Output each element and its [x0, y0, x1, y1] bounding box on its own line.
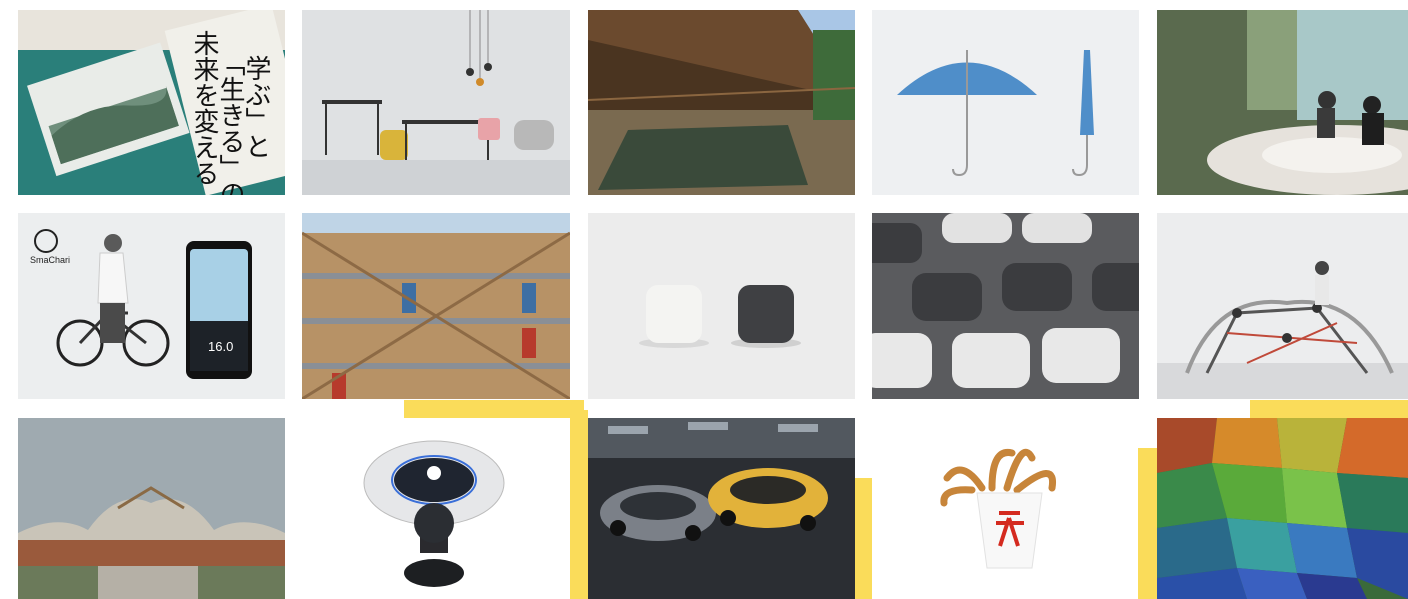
project-tile-mosaic[interactable]: [1157, 418, 1408, 599]
smachari-logo-text: SmaChari: [30, 255, 70, 265]
project-gallery: 学ぶ」と 「生きる」の 未来を変える SmaChari 16.0: [0, 0, 1408, 599]
project-tile-rice-cookers[interactable]: [588, 213, 855, 399]
project-tile-smachari[interactable]: SmaChari 16.0: [18, 213, 285, 399]
keypads-image: [872, 213, 1139, 399]
project-tile-playground[interactable]: [1157, 213, 1408, 399]
accent-shape: [570, 410, 588, 599]
project-tile-wave-roof[interactable]: [18, 418, 285, 599]
mosaic-image: [1157, 418, 1408, 599]
cars-image: [588, 418, 855, 599]
accent-shape: [1250, 400, 1408, 418]
smachari-image: SmaChari 16.0: [18, 213, 285, 399]
project-tile-tempura[interactable]: [872, 418, 1138, 599]
project-tile-textile-art[interactable]: [1157, 10, 1408, 195]
wave-roof-image: [18, 418, 285, 599]
project-tile-cars[interactable]: [588, 418, 855, 599]
pamphlet-text-2: 「生きる」の: [215, 50, 245, 195]
umbrella-image: [872, 10, 1139, 195]
furniture-image: [302, 10, 570, 195]
playground-image: [1157, 213, 1408, 399]
accent-shape: [855, 478, 872, 599]
project-tile-umbrella[interactable]: [872, 10, 1139, 195]
controller-image: [302, 418, 570, 599]
pamphlets-image: 学ぶ」と 「生きる」の 未来を変える: [18, 10, 285, 195]
wooden-corridor-image: [588, 10, 855, 195]
accent-shape: [404, 400, 584, 418]
project-tile-timber-apartment[interactable]: [302, 213, 570, 399]
textile-art-image: [1157, 10, 1408, 195]
project-tile-controller[interactable]: [302, 418, 570, 599]
project-tile-furniture[interactable]: [302, 10, 570, 195]
rice-cookers-image: [588, 213, 855, 399]
speed-readout: 16.0: [208, 339, 233, 354]
pamphlet-text-1: 未来を変える: [189, 30, 219, 186]
tempura-image: [872, 418, 1138, 599]
project-tile-pamphlets[interactable]: 学ぶ」と 「生きる」の 未来を変える: [18, 10, 285, 195]
project-tile-wooden-corridor[interactable]: [588, 10, 855, 195]
pamphlet-text-3: 学ぶ」と: [241, 55, 271, 159]
accent-shape: [1138, 448, 1158, 599]
timber-apartment-image: [302, 213, 570, 399]
project-tile-keypads[interactable]: [872, 213, 1139, 399]
